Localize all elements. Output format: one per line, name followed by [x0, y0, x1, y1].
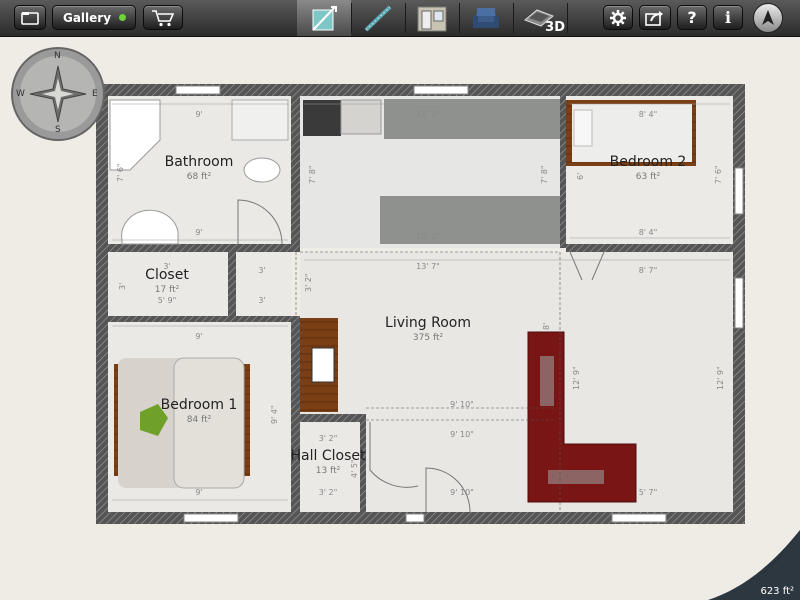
dim-label: 3': [258, 266, 266, 275]
dim-label: 11' 2": [416, 110, 440, 119]
room-area-living: 375 ft²: [412, 333, 444, 343]
rug-bottom: [380, 196, 560, 244]
compass-n: N: [54, 51, 61, 61]
dim-label: 3': [258, 296, 266, 305]
compass-e: E: [92, 89, 98, 99]
dim-label: 9' 10": [450, 488, 474, 497]
dim-label: 9': [195, 228, 203, 237]
room-area-bathroom: 68 ft²: [186, 172, 212, 182]
dim-label: 9': [195, 488, 203, 497]
room-label-bedroom2[interactable]: Bedroom 2: [610, 154, 687, 170]
room-area-bedroom1: 84 ft²: [186, 415, 212, 425]
dim-label: 3': [118, 282, 127, 290]
dim-label: 3' 2": [318, 434, 338, 443]
rug-top: [384, 99, 560, 139]
dim-label: 12' 9": [572, 366, 581, 390]
dim-label: 8' 4": [638, 110, 658, 119]
dim-label: 9' 4": [270, 405, 279, 424]
dim-label: 9' 10": [450, 430, 474, 439]
kitchen-counter: [340, 99, 382, 135]
dim-label: 7' 8": [308, 165, 317, 184]
dim-label: 3': [163, 262, 171, 271]
dim-label: 5' 9": [157, 296, 177, 305]
room-label-bathroom[interactable]: Bathroom: [165, 154, 234, 170]
dim-label: 4' 5": [350, 459, 359, 478]
room-label-bedroom1[interactable]: Bedroom 1: [161, 397, 238, 413]
dim-label: 10' 2": [416, 232, 440, 241]
dim-label: 7' 8": [540, 165, 549, 184]
tv-console: [300, 318, 338, 412]
room-area-closet: 17 ft²: [154, 285, 180, 295]
floor-plan[interactable]: [0, 0, 800, 600]
dim-label: 12' 9": [716, 366, 725, 390]
dim-label: 7' 6": [714, 165, 723, 184]
kitchen-stove: [303, 100, 341, 136]
dim-label: 5' 7": [638, 488, 658, 497]
bedroom1-bed: [114, 357, 250, 489]
compass-w: W: [16, 89, 25, 99]
dim-label: 9': [195, 332, 203, 341]
dim-label: 8': [542, 322, 551, 330]
room-area-bedroom2: 63 ft²: [635, 172, 661, 182]
dim-label: 8' 7": [638, 266, 658, 275]
compass-s: S: [55, 125, 61, 135]
dim-label: 8' 4": [638, 228, 658, 237]
room-label-living[interactable]: Living Room: [385, 315, 471, 331]
total-area-label: 623 ft²: [760, 586, 794, 597]
dim-label: 7' 6": [116, 163, 125, 182]
dim-label: 6': [576, 172, 585, 180]
dim-label: 3' 2": [304, 273, 313, 292]
dim-label: 13' 7": [416, 262, 440, 271]
dim-label: 3' 2": [318, 488, 338, 497]
dim-label: 9' 10": [450, 400, 474, 409]
dim-label: 9': [195, 110, 203, 119]
room-area-hall-closet: 13 ft²: [315, 466, 341, 476]
